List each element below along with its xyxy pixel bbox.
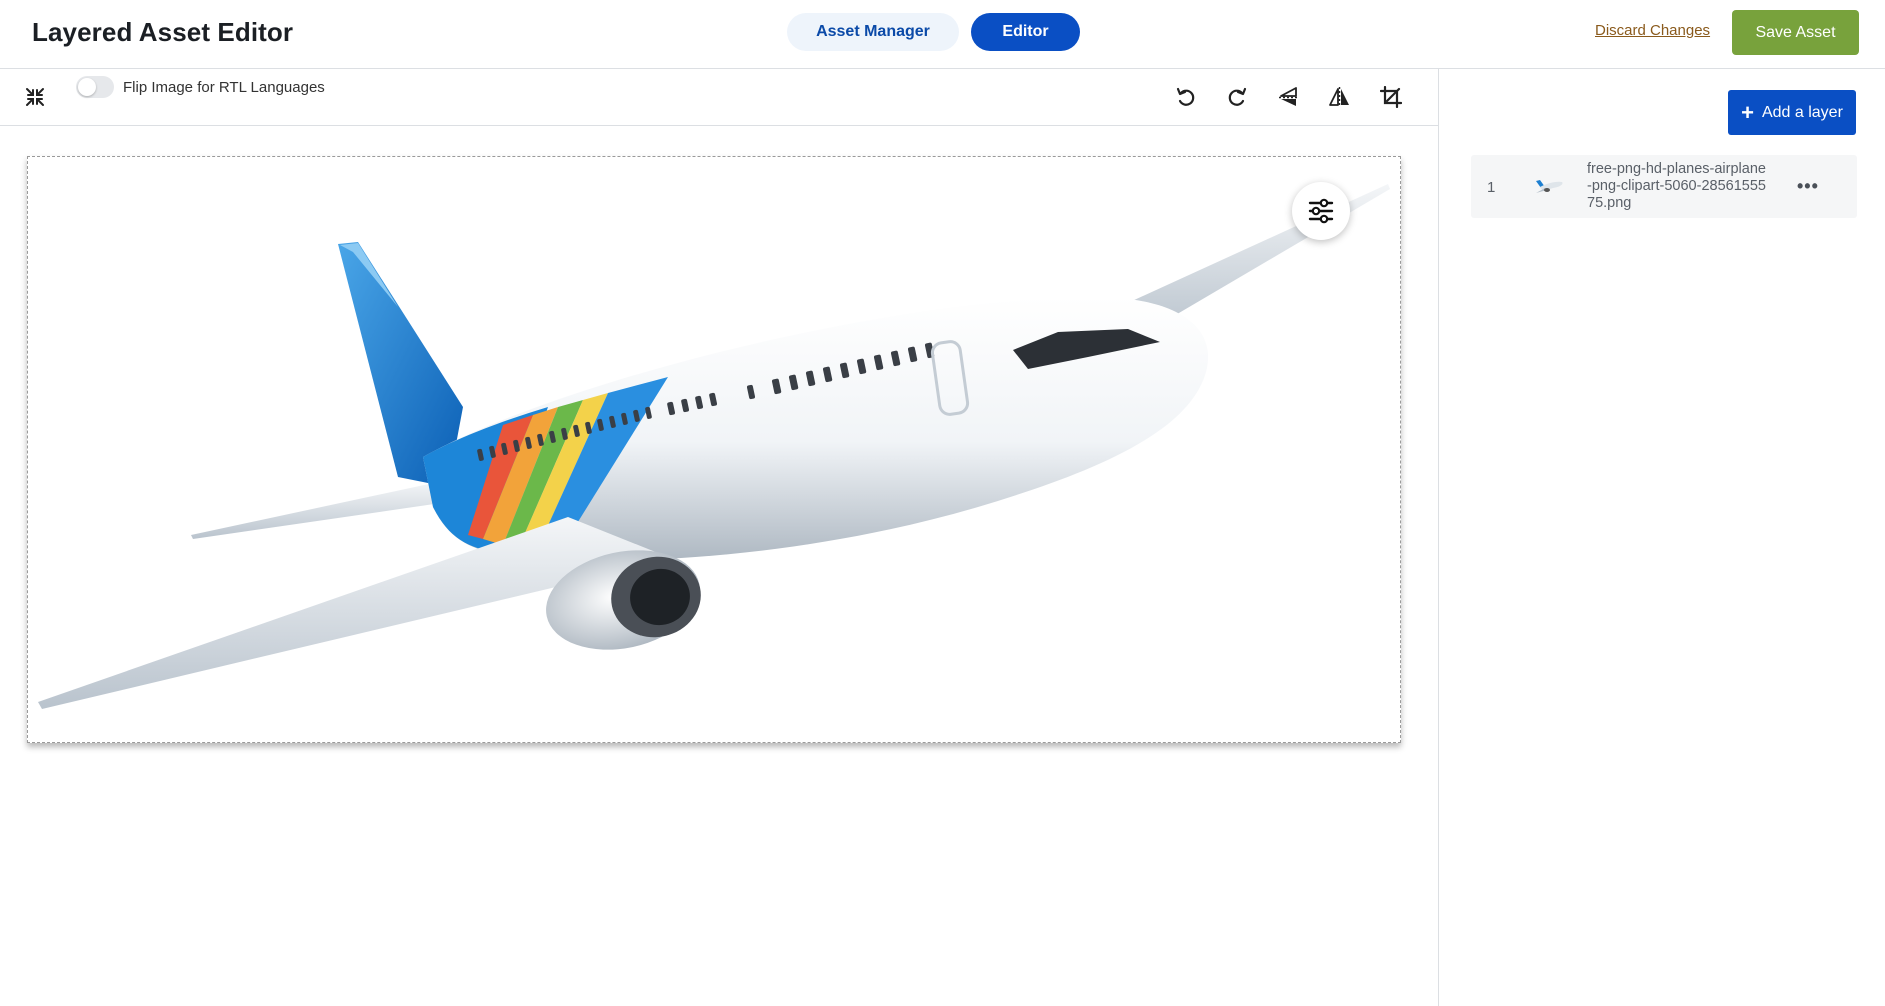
tab-asset-manager[interactable]: Asset Manager <box>787 13 959 51</box>
add-layer-button[interactable]: + Add a layer <box>1728 90 1856 135</box>
add-layer-label: Add a layer <box>1761 103 1843 121</box>
toggle-knob <box>78 78 96 96</box>
save-asset-button[interactable]: Save Asset <box>1732 10 1859 55</box>
page-title: Layered Asset Editor <box>32 17 294 47</box>
tab-editor[interactable]: Editor <box>971 13 1080 51</box>
undo-icon[interactable] <box>1172 83 1200 111</box>
flip-rtl-label: Flip Image for RTL Languages <box>123 79 325 96</box>
plus-icon: + <box>1741 99 1754 125</box>
redo-icon[interactable] <box>1223 83 1251 111</box>
airplane-image <box>38 184 1390 709</box>
panel-divider <box>1438 69 1439 1006</box>
layer-thumbnail <box>1536 180 1563 193</box>
sliders-icon[interactable] <box>1292 182 1350 240</box>
flip-horizontal-icon[interactable] <box>1325 83 1353 111</box>
collapse-arrows-icon[interactable] <box>21 83 49 111</box>
flip-rtl-toggle[interactable] <box>76 76 114 98</box>
layer-filename: free-png-hd-planes-airplane-png-clipart-… <box>1587 161 1766 211</box>
top-bar: Layered Asset Editor Asset Manager Edito… <box>0 0 1885 69</box>
layer-index: 1 <box>1487 179 1496 196</box>
flip-vertical-icon[interactable] <box>1275 83 1303 111</box>
editor-canvas[interactable] <box>27 156 1401 743</box>
layer-item[interactable]: 1 free-png-hd-planes-airplane-png-clipar… <box>1471 155 1857 218</box>
discard-changes-link[interactable]: Discard Changes <box>1595 22 1710 39</box>
crop-icon[interactable] <box>1377 83 1405 111</box>
more-options-icon[interactable]: ••• <box>1797 176 1819 197</box>
